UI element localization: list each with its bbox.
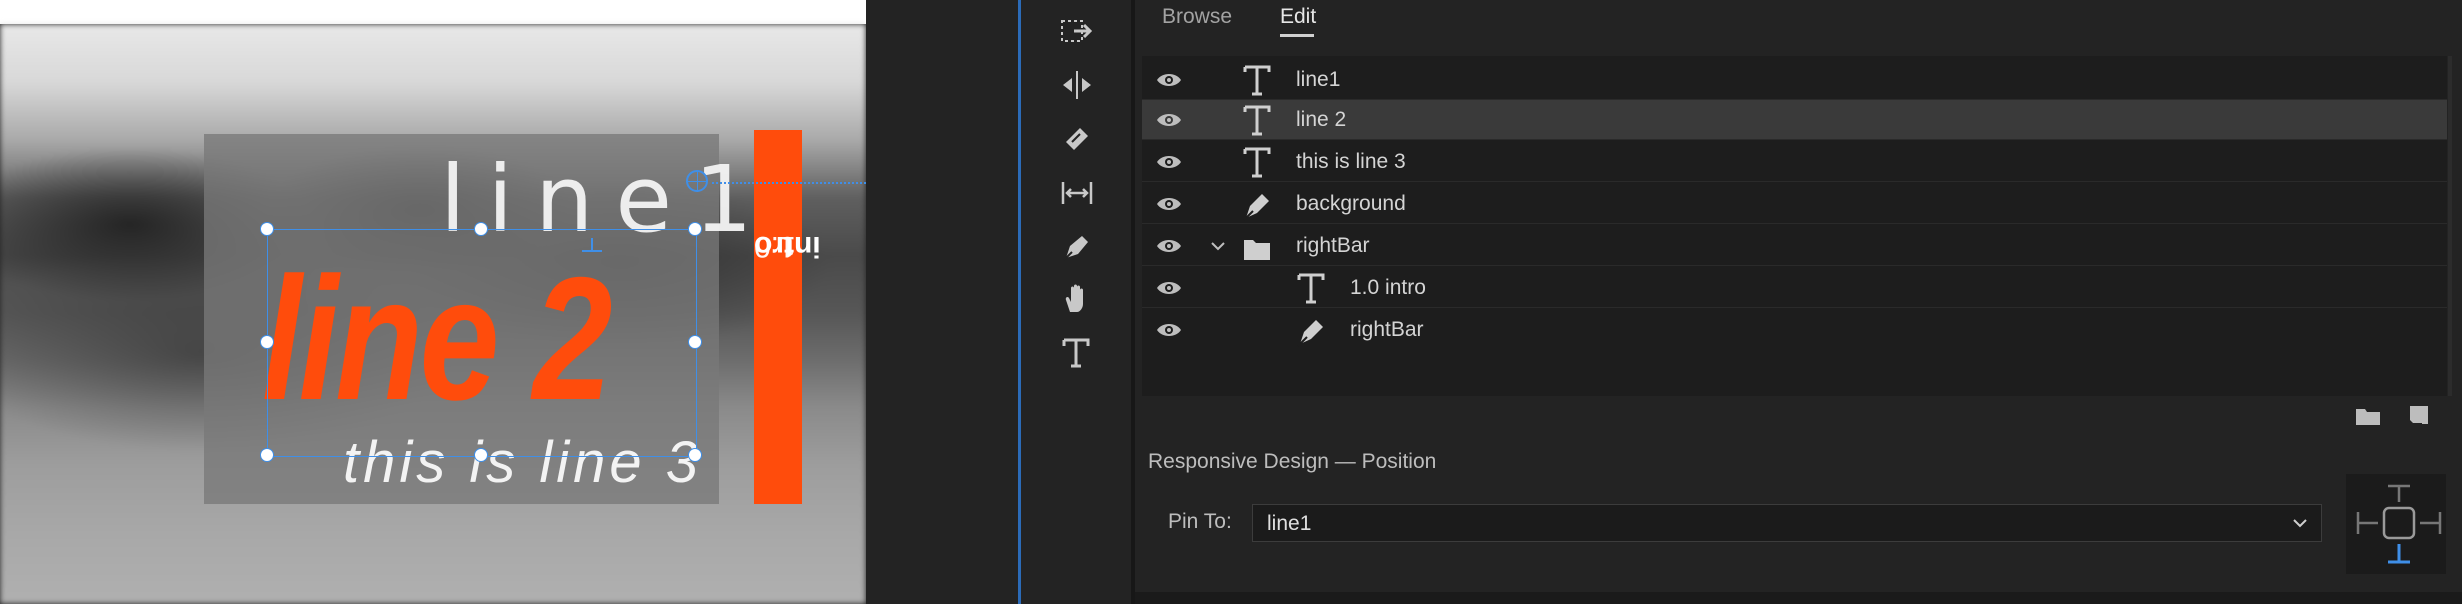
pin-edges-widget[interactable] [2346,474,2446,574]
layer-row-line1[interactable]: line1 [1142,60,2447,100]
layer-row-1-0-intro[interactable]: 1.0 intro [1142,268,2447,308]
pen-icon [1243,194,1269,221]
resize-handle-bottom-left[interactable] [260,448,274,462]
resize-handle-right[interactable] [688,335,702,349]
layer-row-background[interactable]: background [1142,184,2447,224]
ripple-edit-icon[interactable] [1054,62,1100,108]
chevron-down-icon [2293,519,2307,528]
monitor-gutter [866,0,1018,604]
resize-handle-bottom[interactable] [474,448,488,462]
pin-indicator-icon [582,238,602,252]
layer-label: rightBar [1350,318,1424,341]
monitor-top-strip [0,0,866,24]
text-icon [1297,273,1325,304]
layer-row-rightbar-group[interactable]: rightBar [1142,226,2447,266]
slip-icon[interactable] [1054,170,1100,216]
hand-icon[interactable] [1054,276,1100,322]
panel-bottom-edge [1135,592,2462,604]
layer-label: this is line 3 [1296,150,1406,173]
eye-icon[interactable] [1156,321,1182,339]
eye-icon[interactable] [1156,111,1182,129]
layer-label: rightBar [1296,234,1370,257]
pin-to-dropdown[interactable]: line1 [1252,504,2322,542]
pen-icon[interactable] [1054,224,1100,270]
layer-row-line-3[interactable]: this is line 3 [1142,142,2447,182]
tab-browse[interactable]: Browse [1162,0,1232,40]
layer-label: 1.0 intro [1350,276,1426,299]
text-icon [1243,105,1271,136]
pin-to-value: line1 [1267,512,1312,535]
text-icon [1243,147,1271,178]
layer-row-rightbar-shape[interactable]: rightBar [1142,310,2447,350]
folder-icon [1244,240,1270,260]
eye-icon[interactable] [1156,71,1182,89]
eye-icon[interactable] [1156,195,1182,213]
tab-active-indicator [1280,34,1314,37]
resize-handle-top-left[interactable] [260,222,274,236]
eye-icon[interactable] [1156,153,1182,171]
resize-handle-bottom-right[interactable] [688,448,702,462]
eye-icon[interactable] [1156,279,1182,297]
type-icon[interactable] [1054,330,1100,376]
responsive-design-title: Responsive Design — Position [1148,450,1437,473]
new-group-folder-icon[interactable] [2354,404,2382,428]
layer-label: line 2 [1296,108,1347,131]
track-select-icon[interactable] [1054,10,1100,56]
pen-icon [1297,320,1323,347]
layer-list-scrollbar[interactable] [2448,56,2452,396]
eye-icon[interactable] [1156,237,1182,255]
layer-label: line1 [1296,68,1341,91]
chevron-down-icon[interactable] [1210,240,1226,252]
resize-handle-left[interactable] [260,335,274,349]
new-layer-icon[interactable] [2404,402,2432,426]
resize-handle-top-right[interactable] [688,222,702,236]
anchor-point-icon[interactable] [686,170,708,192]
text-icon [1243,65,1271,96]
selection-bounding-box[interactable] [267,229,697,457]
pin-connector-line [712,182,866,184]
pin-to-label: Pin To: [1168,510,1232,533]
razor-icon[interactable] [1054,116,1100,162]
resize-handle-top[interactable] [474,222,488,236]
layer-label: background [1296,192,1406,215]
program-monitor[interactable]: 1.0 intro line1 line 2 this is line 3 ◆ [0,0,866,604]
layer-row-line-2[interactable]: line 2 [1142,100,2447,140]
